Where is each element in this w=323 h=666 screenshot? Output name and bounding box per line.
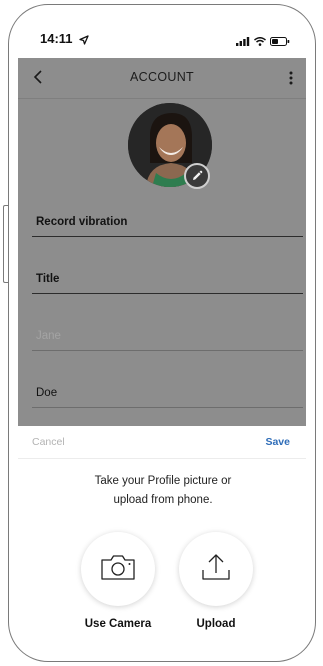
cancel-button[interactable]: Cancel (32, 436, 65, 448)
sheet-message: Take your Profile picture or upload from… (94, 475, 232, 506)
last-name-field[interactable]: Doe (32, 367, 303, 408)
pencil-icon[interactable] (184, 163, 210, 189)
wifi-icon (254, 33, 266, 51)
more-vertical-icon[interactable] (284, 68, 298, 88)
use-camera-label[interactable]: Use Camera (73, 618, 163, 630)
location-arrow-icon (79, 32, 89, 50)
status-icons (236, 33, 290, 51)
first-name-field[interactable]: Jane (32, 310, 303, 351)
field-value: Title (36, 273, 60, 285)
status-time: 14:11 (40, 31, 73, 46)
battery-icon (270, 33, 290, 51)
screen: 14:11 ACCOUNT Record vibration Title Jan… (18, 14, 306, 654)
field-value: Record vibration (36, 216, 128, 228)
cellular-signal-icon (236, 33, 250, 51)
page-title: ACCOUNT (130, 70, 194, 84)
sheet-header: Cancel Save (18, 426, 306, 459)
nav-bar: ACCOUNT (18, 58, 306, 99)
photo-action-sheet: Cancel Save Take your Profile picture or… (18, 426, 306, 654)
record-vibration-field[interactable]: Record vibration (32, 196, 303, 237)
field-placeholder: Jane (36, 330, 61, 342)
camera-icon (100, 553, 136, 586)
field-value: Doe (36, 387, 58, 399)
upload-icon (200, 551, 232, 588)
title-field[interactable]: Title (32, 253, 303, 294)
save-button[interactable]: Save (265, 436, 290, 448)
upload-button[interactable] (179, 532, 253, 606)
status-bar: 14:11 (18, 14, 306, 58)
use-camera-button[interactable] (81, 532, 155, 606)
upload-label[interactable]: Upload (171, 618, 261, 630)
